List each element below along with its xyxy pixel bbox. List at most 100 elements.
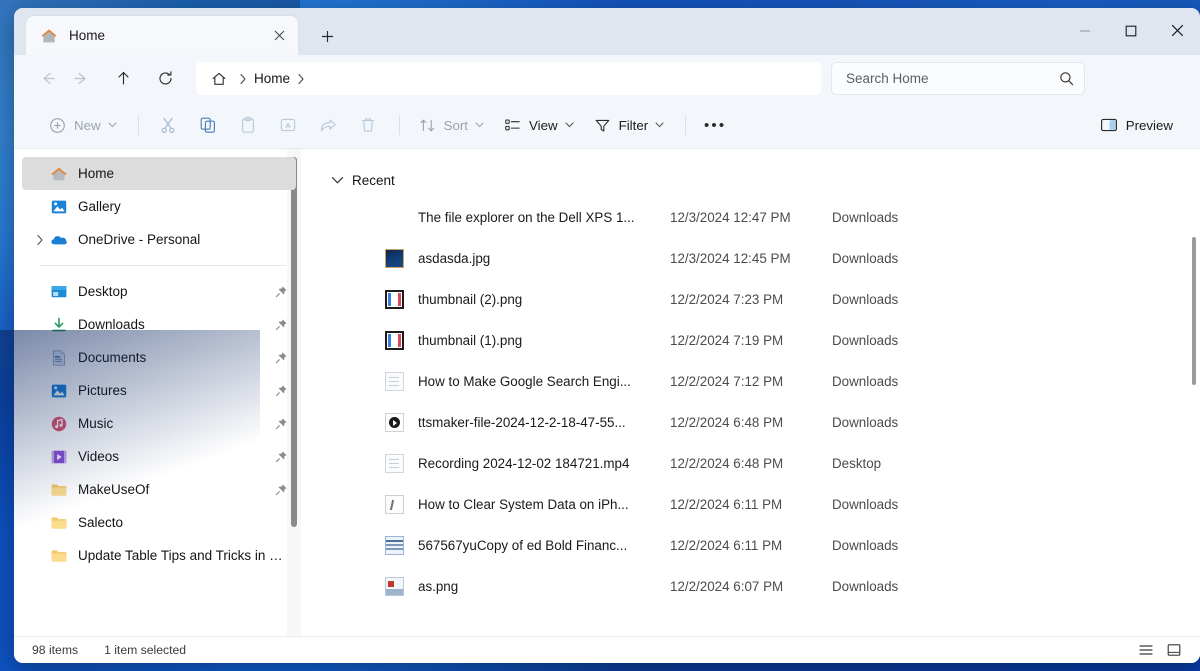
file-location: Downloads [832, 251, 1200, 266]
copy-button[interactable] [189, 109, 227, 141]
sidebar-item-desktop[interactable]: Desktop [22, 275, 296, 308]
file-name: 567567yuCopy of ed Bold Financ... [418, 538, 670, 553]
file-date: 12/2/2024 6:11 PM [670, 538, 832, 553]
more-options-button[interactable]: ••• [696, 109, 734, 141]
breadcrumb-item-home[interactable]: Home [254, 71, 290, 86]
pin-icon[interactable] [275, 318, 288, 331]
file-explorer-window: Home [14, 8, 1200, 663]
file-name: as.png [418, 579, 670, 594]
new-tab-button[interactable] [311, 20, 343, 52]
share-button[interactable] [309, 109, 347, 141]
status-bar: 98 items 1 item selected [14, 636, 1200, 663]
table-row[interactable]: as.png 12/2/2024 6:07 PM Downloads [304, 566, 1200, 607]
view-button[interactable]: View [495, 109, 583, 141]
preview-button-label: Preview [1126, 118, 1173, 133]
table-row[interactable]: 567567yuCopy of ed Bold Financ... 12/2/2… [304, 525, 1200, 566]
sort-button[interactable]: Sort [410, 109, 493, 141]
table-row[interactable]: asdasda.jpg 12/3/2024 12:45 PM Downloads [304, 238, 1200, 279]
sidebar-item-pictures[interactable]: Pictures [22, 374, 296, 407]
file-icon-audio [326, 413, 418, 432]
table-row[interactable]: How to Make Google Search Engi... 12/2/2… [304, 361, 1200, 402]
paste-icon [239, 116, 257, 134]
group-header-recent[interactable]: Recent [304, 163, 1200, 197]
sidebar-item-gallery[interactable]: Gallery [22, 190, 296, 223]
close-tab-icon[interactable] [266, 23, 292, 49]
sidebar-item-label: Pictures [78, 383, 269, 398]
table-row[interactable]: thumbnail (2).png 12/2/2024 7:23 PM Down… [304, 279, 1200, 320]
chevron-down-icon[interactable] [326, 176, 348, 185]
delete-button[interactable] [349, 109, 387, 141]
pin-icon[interactable] [275, 285, 288, 298]
new-button-label: New [74, 118, 101, 133]
pictures-icon [50, 382, 68, 400]
more-options-label: ••• [704, 117, 726, 134]
file-date: 12/2/2024 6:07 PM [670, 579, 832, 594]
delete-icon [359, 116, 377, 134]
videos-icon [50, 448, 68, 466]
chevron-right-icon[interactable] [30, 234, 50, 246]
search-icon[interactable] [1059, 71, 1074, 86]
navigation-pane: Home Gallery [14, 149, 304, 636]
search-input[interactable] [844, 70, 1059, 87]
tab-label: Home [69, 28, 266, 43]
rename-icon: A [279, 116, 297, 134]
minimize-button[interactable] [1062, 8, 1108, 53]
search-box[interactable] [831, 62, 1085, 95]
details-view-icon[interactable] [1132, 639, 1160, 661]
view-button-label: View [529, 118, 558, 133]
close-window-button[interactable] [1154, 8, 1200, 53]
sidebar-item-downloads[interactable]: Downloads [22, 308, 296, 341]
maximize-button[interactable] [1108, 8, 1154, 53]
home-icon [40, 27, 58, 45]
sidebar-item-music[interactable]: Music [22, 407, 296, 440]
tab-home[interactable]: Home [26, 16, 298, 55]
svg-text:A: A [285, 121, 291, 130]
window-controls [1062, 8, 1200, 53]
forward-button[interactable] [64, 62, 98, 96]
sidebar-item-update-table-tips[interactable]: Update Table Tips and Tricks in Wor [22, 539, 296, 572]
preview-button[interactable]: Preview [1091, 109, 1182, 141]
sidebar-item-salecto[interactable]: Salecto [22, 506, 296, 539]
sidebar-item-makeuseof[interactable]: MakeUseOf [22, 473, 296, 506]
sort-icon [419, 117, 436, 134]
sidebar-item-label: Gallery [78, 199, 288, 214]
sidebar-item-videos[interactable]: Videos [22, 440, 296, 473]
downloads-icon [50, 316, 68, 334]
large-icons-view-icon[interactable] [1160, 639, 1188, 661]
file-location: Downloads [832, 538, 1200, 553]
file-location: Desktop [832, 456, 1200, 471]
sort-button-label: Sort [444, 118, 468, 133]
sidebar-item-documents[interactable]: Documents [22, 341, 296, 374]
sidebar-item-onedrive[interactable]: OneDrive - Personal [22, 223, 296, 256]
sidebar-item-home[interactable]: Home [22, 157, 296, 190]
breadcrumb-home-icon[interactable] [206, 66, 232, 92]
table-row[interactable]: The file explorer on the Dell XPS 1... 1… [304, 197, 1200, 238]
breadcrumb[interactable]: Home [196, 62, 821, 95]
item-count: 98 items [32, 643, 78, 657]
file-icon-jpg [326, 249, 418, 268]
pin-icon[interactable] [275, 483, 288, 496]
breadcrumb-separator-icon-2[interactable] [297, 73, 305, 85]
table-row[interactable]: ttsmaker-file-2024-12-2-18-47-55... 12/2… [304, 402, 1200, 443]
file-icon-video [326, 454, 418, 473]
music-icon [50, 415, 68, 433]
filter-button[interactable]: Filter [585, 109, 674, 141]
file-list-scrollbar-thumb[interactable] [1192, 237, 1196, 385]
cut-button[interactable] [149, 109, 187, 141]
paste-button[interactable] [229, 109, 267, 141]
share-icon [319, 116, 337, 134]
up-button[interactable] [106, 62, 140, 96]
rename-button[interactable]: A [269, 109, 307, 141]
table-row[interactable]: thumbnail (1).png 12/2/2024 7:19 PM Down… [304, 320, 1200, 361]
table-row[interactable]: How to Clear System Data on iPh... 12/2/… [304, 484, 1200, 525]
pin-icon[interactable] [275, 351, 288, 364]
back-button[interactable] [30, 62, 64, 96]
refresh-button[interactable] [148, 62, 182, 96]
table-row[interactable]: Recording 2024-12-02 184721.mp4 12/2/202… [304, 443, 1200, 484]
pin-icon[interactable] [275, 384, 288, 397]
pin-icon[interactable] [275, 450, 288, 463]
pin-icon[interactable] [275, 417, 288, 430]
new-button[interactable]: New [40, 109, 126, 141]
file-date: 12/2/2024 7:12 PM [670, 374, 832, 389]
filter-icon [594, 117, 611, 134]
